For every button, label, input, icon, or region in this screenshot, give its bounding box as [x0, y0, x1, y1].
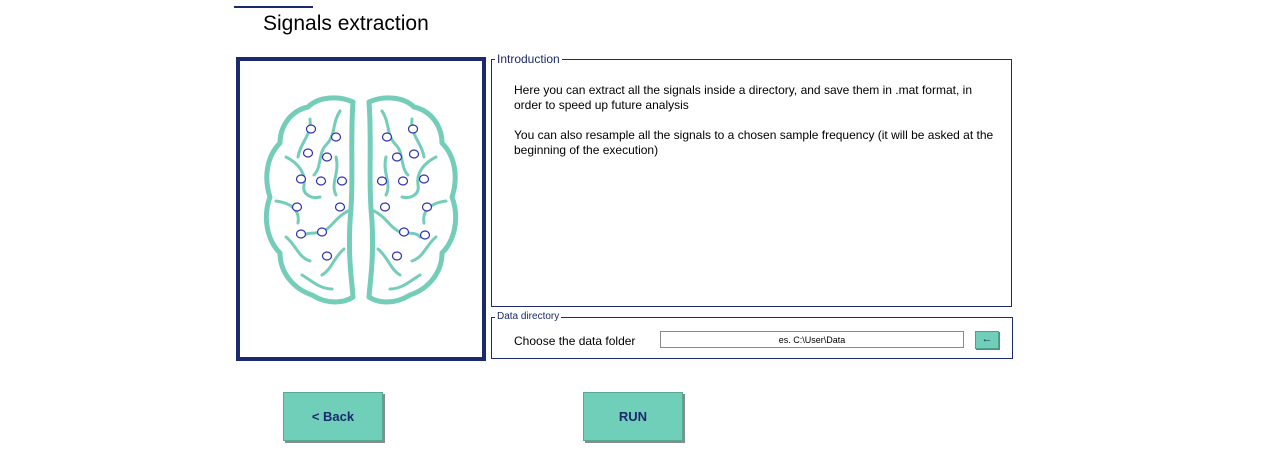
data-directory-legend: Data directory — [497, 311, 560, 322]
brain-electrodes-icon — [263, 95, 459, 305]
page-title: Signals extraction — [263, 12, 429, 35]
back-button[interactable]: < Back — [283, 392, 383, 441]
brain-image-frame — [236, 57, 486, 361]
title-rule — [234, 6, 313, 8]
introduction-paragraph-2: You can also resample all the signals to… — [514, 128, 994, 157]
introduction-legend: Introduction — [497, 52, 560, 66]
data-directory-group: Data directory Choose the data folder ← — [491, 312, 1013, 359]
run-button[interactable]: RUN — [583, 392, 683, 441]
choose-data-folder-label: Choose the data folder — [514, 334, 636, 348]
introduction-paragraph-1: Here you can extract all the signals ins… — [514, 83, 972, 112]
data-folder-input[interactable] — [660, 331, 964, 348]
browse-folder-button[interactable]: ← — [975, 331, 999, 349]
left-arrow-icon: ← — [981, 333, 993, 345]
introduction-group: Introduction Here you can extract all th… — [491, 53, 1012, 307]
